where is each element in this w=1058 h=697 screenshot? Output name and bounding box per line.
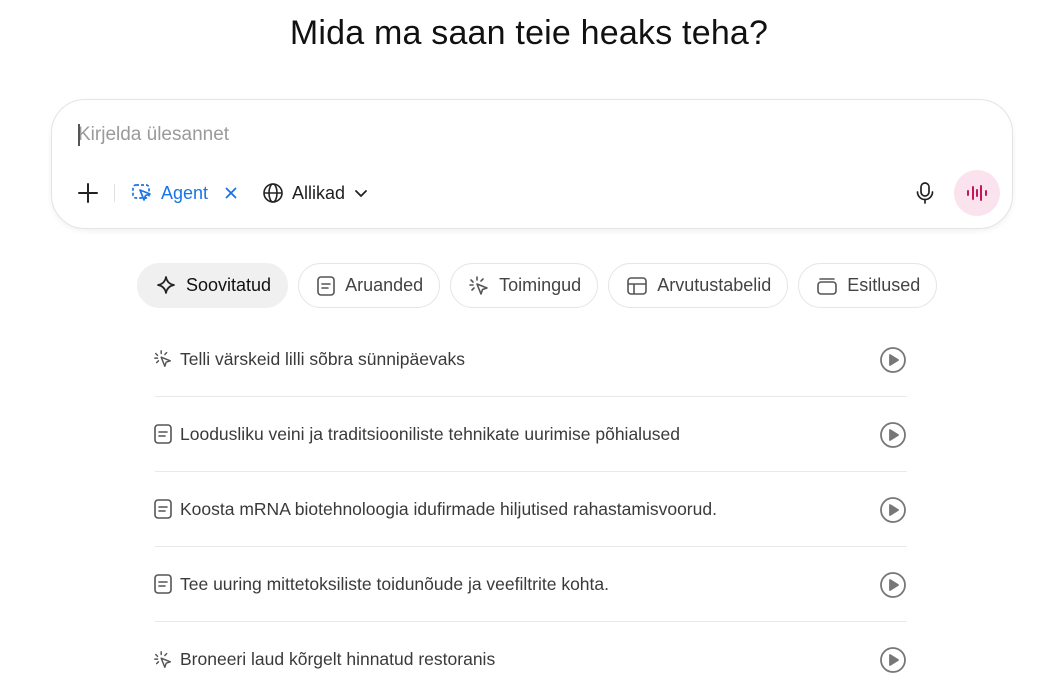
suggestion-text: Loodusliku veini ja traditsiooniliste te… [180, 423, 681, 444]
tab-aruanded[interactable]: Aruanded [298, 263, 441, 308]
text-caret [78, 124, 80, 146]
globe-icon [262, 182, 284, 204]
document-icon [316, 275, 336, 297]
play-icon[interactable] [879, 571, 907, 599]
tab-soovitatud[interactable]: Soovitatud [137, 263, 289, 308]
category-tabs: Soovitatud Aruanded Toimingud Arvutustab… [137, 263, 938, 308]
table-icon [626, 276, 648, 296]
suggestion-text: Tee uuring mittetoksiliste toidunõude ja… [180, 573, 609, 594]
play-icon[interactable] [879, 346, 907, 374]
tab-label: Esitlused [847, 275, 921, 295]
tab-label: Arvutustabelid [657, 275, 772, 295]
microphone-icon [914, 181, 936, 205]
suggestion-text: Broneeri laud kõrgelt hinnatud restorani… [180, 649, 496, 669]
agent-label: Agent [161, 182, 209, 203]
document-icon [153, 574, 173, 594]
tab-label: Aruanded [345, 275, 424, 295]
add-attachment-button[interactable] [74, 179, 102, 207]
suggestion-item[interactable]: Telli värskeid lilli sõbra sünnipäevaks [153, 322, 907, 397]
task-composer: Agent Allikad [51, 99, 1013, 229]
toolbar-divider [114, 184, 115, 202]
composer-toolbar: Agent Allikad [74, 176, 369, 210]
suggestion-text: Telli värskeid lilli sõbra sünnipäevaks [180, 348, 465, 369]
microphone-button[interactable] [910, 178, 940, 208]
sparkle-icon [155, 275, 177, 297]
tab-label: Toimingud [499, 275, 582, 295]
cursor-click-icon [153, 650, 173, 670]
play-icon[interactable] [879, 421, 907, 449]
voice-mode-button[interactable] [954, 170, 1000, 216]
suggestion-item[interactable]: Loodusliku veini ja traditsiooniliste te… [153, 397, 907, 472]
agent-cursor-icon [131, 182, 153, 204]
cursor-click-icon [153, 349, 173, 369]
play-icon[interactable] [879, 496, 907, 524]
tab-esitlused[interactable]: Esitlused [798, 263, 938, 308]
tab-label: Soovitatud [186, 275, 272, 295]
cursor-click-icon [468, 275, 490, 297]
tab-toimingud[interactable]: Toimingud [450, 263, 599, 308]
sources-dropdown[interactable]: Allikad [262, 182, 369, 204]
task-input[interactable] [78, 120, 938, 150]
page-title: Mida ma saan teie heaks teha? [289, 14, 769, 52]
chevron-down-icon [353, 185, 369, 201]
suggestion-item[interactable]: Tee uuring mittetoksiliste toidunõude ja… [153, 547, 907, 622]
suggestion-item[interactable]: Koosta mRNA biotehnoloogia idufirmade hi… [153, 472, 907, 547]
suggestion-item[interactable]: Broneeri laud kõrgelt hinnatud restorani… [153, 622, 907, 697]
slides-icon [816, 276, 838, 296]
sources-label: Allikad [292, 182, 346, 203]
document-icon [153, 499, 173, 519]
plus-icon [77, 182, 99, 204]
suggestion-list: Telli värskeid lilli sõbra sünnipäevaks … [153, 322, 907, 697]
tab-arvutustabelid[interactable]: Arvutustabelid [608, 263, 789, 308]
agent-mode-chip[interactable]: Agent [131, 182, 240, 204]
suggestion-text: Koosta mRNA biotehnoloogia idufirmade hi… [180, 498, 717, 519]
document-icon [153, 424, 173, 444]
waveform-icon [966, 184, 988, 202]
play-icon[interactable] [879, 646, 907, 674]
remove-agent-button[interactable] [222, 184, 240, 202]
